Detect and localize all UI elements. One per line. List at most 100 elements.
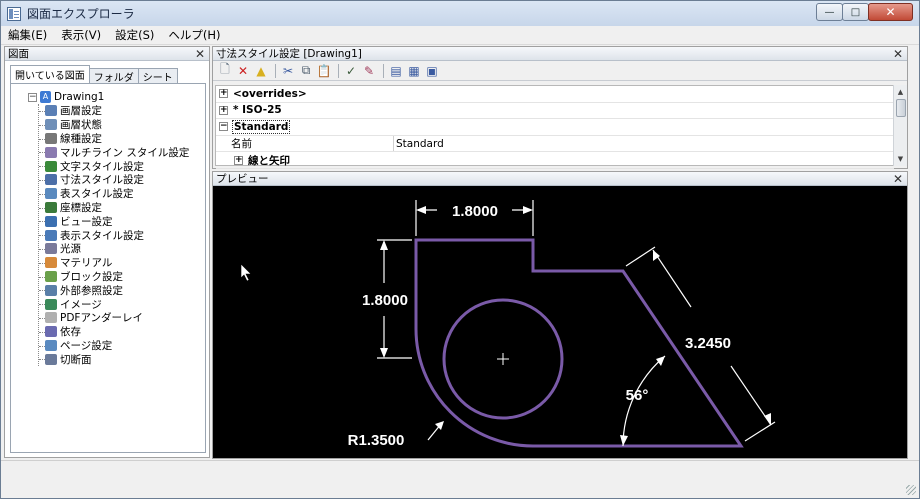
menu-help[interactable]: ヘルプ(H) (161, 27, 227, 43)
property-grid-scrollbar[interactable]: ▲ ▼ (893, 85, 907, 166)
tree-item-label: ブロック設定 (60, 270, 123, 283)
cut-icon[interactable]: ✂ (280, 63, 296, 79)
text-style-icon (45, 160, 57, 172)
maximize-button[interactable]: □ (842, 3, 869, 21)
linetype-icon (45, 132, 57, 144)
tree-item[interactable]: イメージ (39, 297, 189, 311)
tree-item[interactable]: 外部参照設定 (39, 283, 189, 297)
style-group-row[interactable]: + 線と矢印 (216, 152, 894, 169)
drawing-icon: A (40, 91, 51, 103)
preview-pane-title: プレビュー (216, 173, 269, 185)
menu-edit[interactable]: 編集(E) (1, 27, 54, 43)
drawings-pane-close-icon[interactable]: ✕ (195, 47, 205, 61)
toolbar-separator (338, 63, 339, 78)
tree-item-label: 寸法スタイル設定 (60, 174, 144, 187)
close-button[interactable]: ✕ (868, 3, 913, 21)
tree-item-label: PDFアンダーレイ (60, 312, 144, 325)
dim-angle-label: 56° (626, 387, 649, 404)
drawings-tree-panel: − A Drawing1 画層設定 画層状態 線種設定 マルチライン スタイル設定 文字… (10, 83, 206, 453)
tree-item-label: イメージ (60, 298, 102, 311)
minimize-button[interactable]: — (816, 3, 843, 21)
set-current-icon[interactable]: ✓ (343, 63, 359, 79)
tree-item[interactable]: 座標設定 (39, 201, 189, 215)
style-group-label: <overrides> (233, 87, 307, 100)
collapse-icon[interactable]: − (28, 92, 37, 102)
image-icon (45, 298, 57, 310)
tree-item-label: マテリアル (60, 257, 113, 270)
list-view-icon[interactable]: ▤ (388, 63, 404, 79)
page-setup-icon (45, 339, 57, 351)
app-icon[interactable] (7, 6, 21, 21)
copy-icon[interactable]: ⧉ (298, 63, 314, 79)
tree-item[interactable]: 光源 (39, 242, 189, 256)
tree-item[interactable]: 画層状態 (39, 118, 189, 132)
dimension-arrows (380, 206, 771, 446)
menu-bar: 編集(E) 表示(V) 設定(S) ヘルプ(H) (1, 26, 919, 45)
menu-settings[interactable]: 設定(S) (108, 27, 161, 43)
expand-icon[interactable]: + (219, 89, 228, 99)
detail-view-icon[interactable]: ▣ (424, 63, 440, 79)
expand-icon[interactable]: + (219, 105, 228, 115)
new-icon[interactable]: 🗋 (217, 62, 233, 79)
tab-folders[interactable]: フォルダ (88, 68, 139, 84)
tree-item-label: 画層設定 (60, 105, 102, 118)
purge-icon[interactable]: ▲ (253, 63, 269, 79)
multiline-icon (45, 146, 57, 158)
drawings-tabs: 開いている図面 フォルダ シート (10, 65, 209, 84)
tab-sheets[interactable]: シート (137, 68, 178, 84)
dim-style-pane-close-icon[interactable]: ✕ (893, 47, 903, 61)
property-value[interactable]: Standard (393, 135, 444, 152)
style-group-row[interactable]: − Standard (216, 119, 894, 136)
window-title: 図面エクスプローラ (27, 7, 135, 21)
tree-item-label: 光源 (60, 243, 81, 256)
tree-item[interactable]: 表スタイル設定 (39, 187, 189, 201)
preview-pane-header: プレビュー ✕ (213, 172, 907, 186)
tree-root-drawing1[interactable]: − A Drawing1 (28, 90, 189, 104)
delete-icon[interactable]: ✕ (235, 63, 251, 79)
tree-item[interactable]: ブロック設定 (39, 270, 189, 284)
status-bar (1, 460, 919, 498)
tree-item-label: 画層状態 (60, 119, 102, 132)
tree-item-label: 座標設定 (60, 201, 102, 214)
collapse-icon[interactable]: − (219, 122, 228, 132)
icon-view-icon[interactable]: ▦ (406, 63, 422, 79)
block-icon (45, 270, 57, 282)
tree-item[interactable]: ビュー設定 (39, 214, 189, 228)
scroll-up-icon[interactable]: ▲ (894, 85, 907, 99)
tree-item[interactable]: 線種設定 (39, 132, 189, 146)
dim-left-label: 1.8000 (362, 292, 408, 309)
menu-view[interactable]: 表示(V) (54, 27, 108, 43)
preview-pane-close-icon[interactable]: ✕ (893, 172, 903, 186)
title-bar[interactable]: 図面エクスプローラ — □ ✕ (1, 1, 919, 26)
expand-icon[interactable]: + (234, 155, 243, 165)
tree-item[interactable]: 文字スタイル設定 (39, 159, 189, 173)
tree-item[interactable]: 寸法スタイル設定 (39, 173, 189, 187)
style-group-row[interactable]: + * ISO-25 (216, 103, 894, 120)
paste-icon[interactable]: 📋 (316, 63, 332, 79)
scroll-thumb[interactable] (896, 99, 906, 117)
property-row[interactable]: 名前 Standard (216, 135, 894, 153)
tree-item-label: 依存 (60, 326, 81, 339)
tree-root-label: Drawing1 (54, 91, 105, 103)
xref-icon (45, 284, 57, 296)
preview-drawing: 1.8000 1.8000 3.2450 56° R1.3500 (240, 200, 776, 449)
window-controls: — □ ✕ (816, 3, 913, 21)
tree-item[interactable]: 切断面 (39, 352, 189, 366)
tab-open-drawings[interactable]: 開いている図面 (10, 65, 90, 83)
tree-item[interactable]: 表示スタイル設定 (39, 228, 189, 242)
table-style-icon (45, 188, 57, 200)
tree-item[interactable]: マルチライン スタイル設定 (39, 145, 189, 159)
edit-icon[interactable]: ✎ (361, 63, 377, 79)
tree-item[interactable]: PDFアンダーレイ (39, 311, 189, 325)
dim-style-icon (45, 174, 57, 186)
tree-item[interactable]: ページ設定 (39, 339, 189, 353)
app-window: 図面エクスプローラ — □ ✕ 編集(E) 表示(V) 設定(S) ヘルプ(H)… (0, 0, 920, 499)
tree-item[interactable]: 画層設定 (39, 104, 189, 118)
scroll-down-icon[interactable]: ▼ (894, 152, 907, 166)
style-group-row[interactable]: + <overrides> (216, 86, 894, 103)
tree-item[interactable]: マテリアル (39, 256, 189, 270)
light-icon (45, 243, 57, 255)
resize-grip-icon[interactable] (906, 485, 916, 495)
style-group-label: 線と矢印 (248, 154, 290, 167)
tree-item[interactable]: 依存 (39, 325, 189, 339)
